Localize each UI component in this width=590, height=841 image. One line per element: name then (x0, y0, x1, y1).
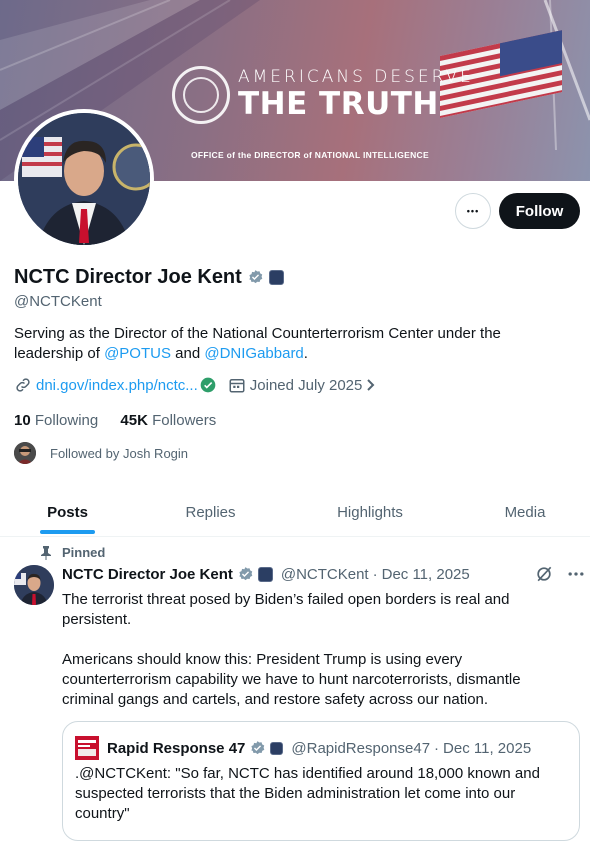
following-link[interactable]: 10 Following (14, 412, 98, 429)
following-label: Following (30, 412, 99, 429)
follower-avatar (14, 442, 36, 464)
verified-badge-icon[interactable] (247, 269, 264, 286)
tab-replies[interactable]: Replies (143, 488, 278, 536)
banner-office-name: OFFICE of the DIRECTOR of NATIONAL INTEL… (191, 150, 429, 160)
bio-end: . (303, 345, 308, 362)
website-link[interactable]: dni.gov/index.php/nctc... (36, 377, 198, 394)
government-affiliation-icon[interactable] (268, 270, 284, 285)
post-paragraph-1: The terrorist threat posed by Biden’s fa… (62, 591, 510, 628)
banner-headline: THE TRUTH (238, 86, 439, 122)
odni-seal-icon (172, 66, 230, 124)
bio-and: and (170, 345, 205, 362)
profile-name-row: NCTC Director Joe Kent (14, 266, 284, 289)
quoted-author-handle: @RapidResponse47 (291, 739, 431, 757)
banner-tagline: AMERICANS DESERVE (238, 67, 474, 87)
link-icon (16, 378, 30, 392)
followers-count: 45K (120, 412, 148, 429)
verified-link-check-icon (200, 377, 216, 393)
pinned-label-row: Pinned (40, 545, 105, 560)
tab-media[interactable]: Media (460, 488, 590, 536)
quoted-author-name: Rapid Response 47 (107, 739, 246, 757)
follow-button[interactable]: Follow (499, 193, 580, 229)
following-count: 10 (14, 412, 31, 429)
profile-meta: dni.gov/index.php/nctc... Joined July 20… (14, 376, 377, 394)
quoted-post-text: .@NCTCKent: "So far, NCTC has identified… (75, 765, 540, 822)
government-affiliation-icon (270, 741, 284, 755)
profile-bio: Serving as the Director of the National … (14, 324, 554, 364)
government-affiliation-icon[interactable] (257, 567, 273, 582)
tab-posts[interactable]: Posts (0, 488, 135, 536)
quoted-date: Dec 11, 2025 (443, 739, 532, 757)
quoted-post-header: Rapid Response 47 @RapidResponse47 · Dec… (75, 736, 531, 760)
post-author-handle[interactable]: @NCTCKent (281, 566, 369, 583)
chevron-right-icon[interactable] (365, 378, 377, 392)
post-actions-top (534, 564, 586, 584)
post-separator: · (372, 566, 378, 583)
mention-dnigabbard-link[interactable]: @DNIGabbard (204, 345, 303, 362)
profile-name: NCTC Director Joe Kent (14, 266, 242, 288)
post-date[interactable]: Dec 11, 2025 (382, 566, 470, 583)
quoted-separator: · (434, 739, 440, 757)
post-author-avatar[interactable] (14, 565, 54, 605)
follow-counts: 10 Following 45K Followers (14, 412, 216, 429)
quoted-post[interactable]: Rapid Response 47 @RapidResponse47 · Dec… (62, 721, 580, 841)
followed-by-text: Followed by Josh Rogin (50, 445, 189, 461)
profile-avatar[interactable] (14, 109, 154, 249)
post-author-name[interactable]: NCTC Director Joe Kent (62, 566, 233, 583)
followers-label: Followers (147, 412, 217, 429)
calendar-icon (229, 379, 245, 393)
active-tab-indicator (40, 530, 95, 534)
more-options-icon[interactable] (566, 564, 586, 584)
joined-date: Joined July 2025 (249, 376, 363, 394)
ellipsis-icon: ••• (466, 206, 480, 216)
post-paragraph-2: Americans should know this: President Tr… (62, 651, 521, 708)
tab-highlights[interactable]: Highlights (300, 488, 440, 536)
pinned-label: Pinned (62, 545, 106, 560)
followers-link[interactable]: 45K Followers (120, 412, 216, 429)
post-body: The terrorist threat posed by Biden’s fa… (62, 590, 562, 730)
verified-badge-icon[interactable] (237, 566, 254, 583)
mention-potus-link[interactable]: @POTUS (104, 345, 171, 362)
profile-handle: @NCTCKent (14, 293, 102, 310)
pin-icon (41, 545, 51, 560)
profile-photo (18, 113, 150, 245)
quoted-author-avatar (75, 736, 99, 760)
followed-by-row[interactable]: Followed by Josh Rogin (14, 442, 188, 464)
post-header: NCTC Director Joe Kent @NCTCKent · Dec 1… (62, 566, 470, 583)
verified-badge-icon (251, 740, 265, 754)
more-options-button[interactable]: ••• (455, 193, 491, 229)
grok-icon[interactable] (534, 564, 554, 584)
